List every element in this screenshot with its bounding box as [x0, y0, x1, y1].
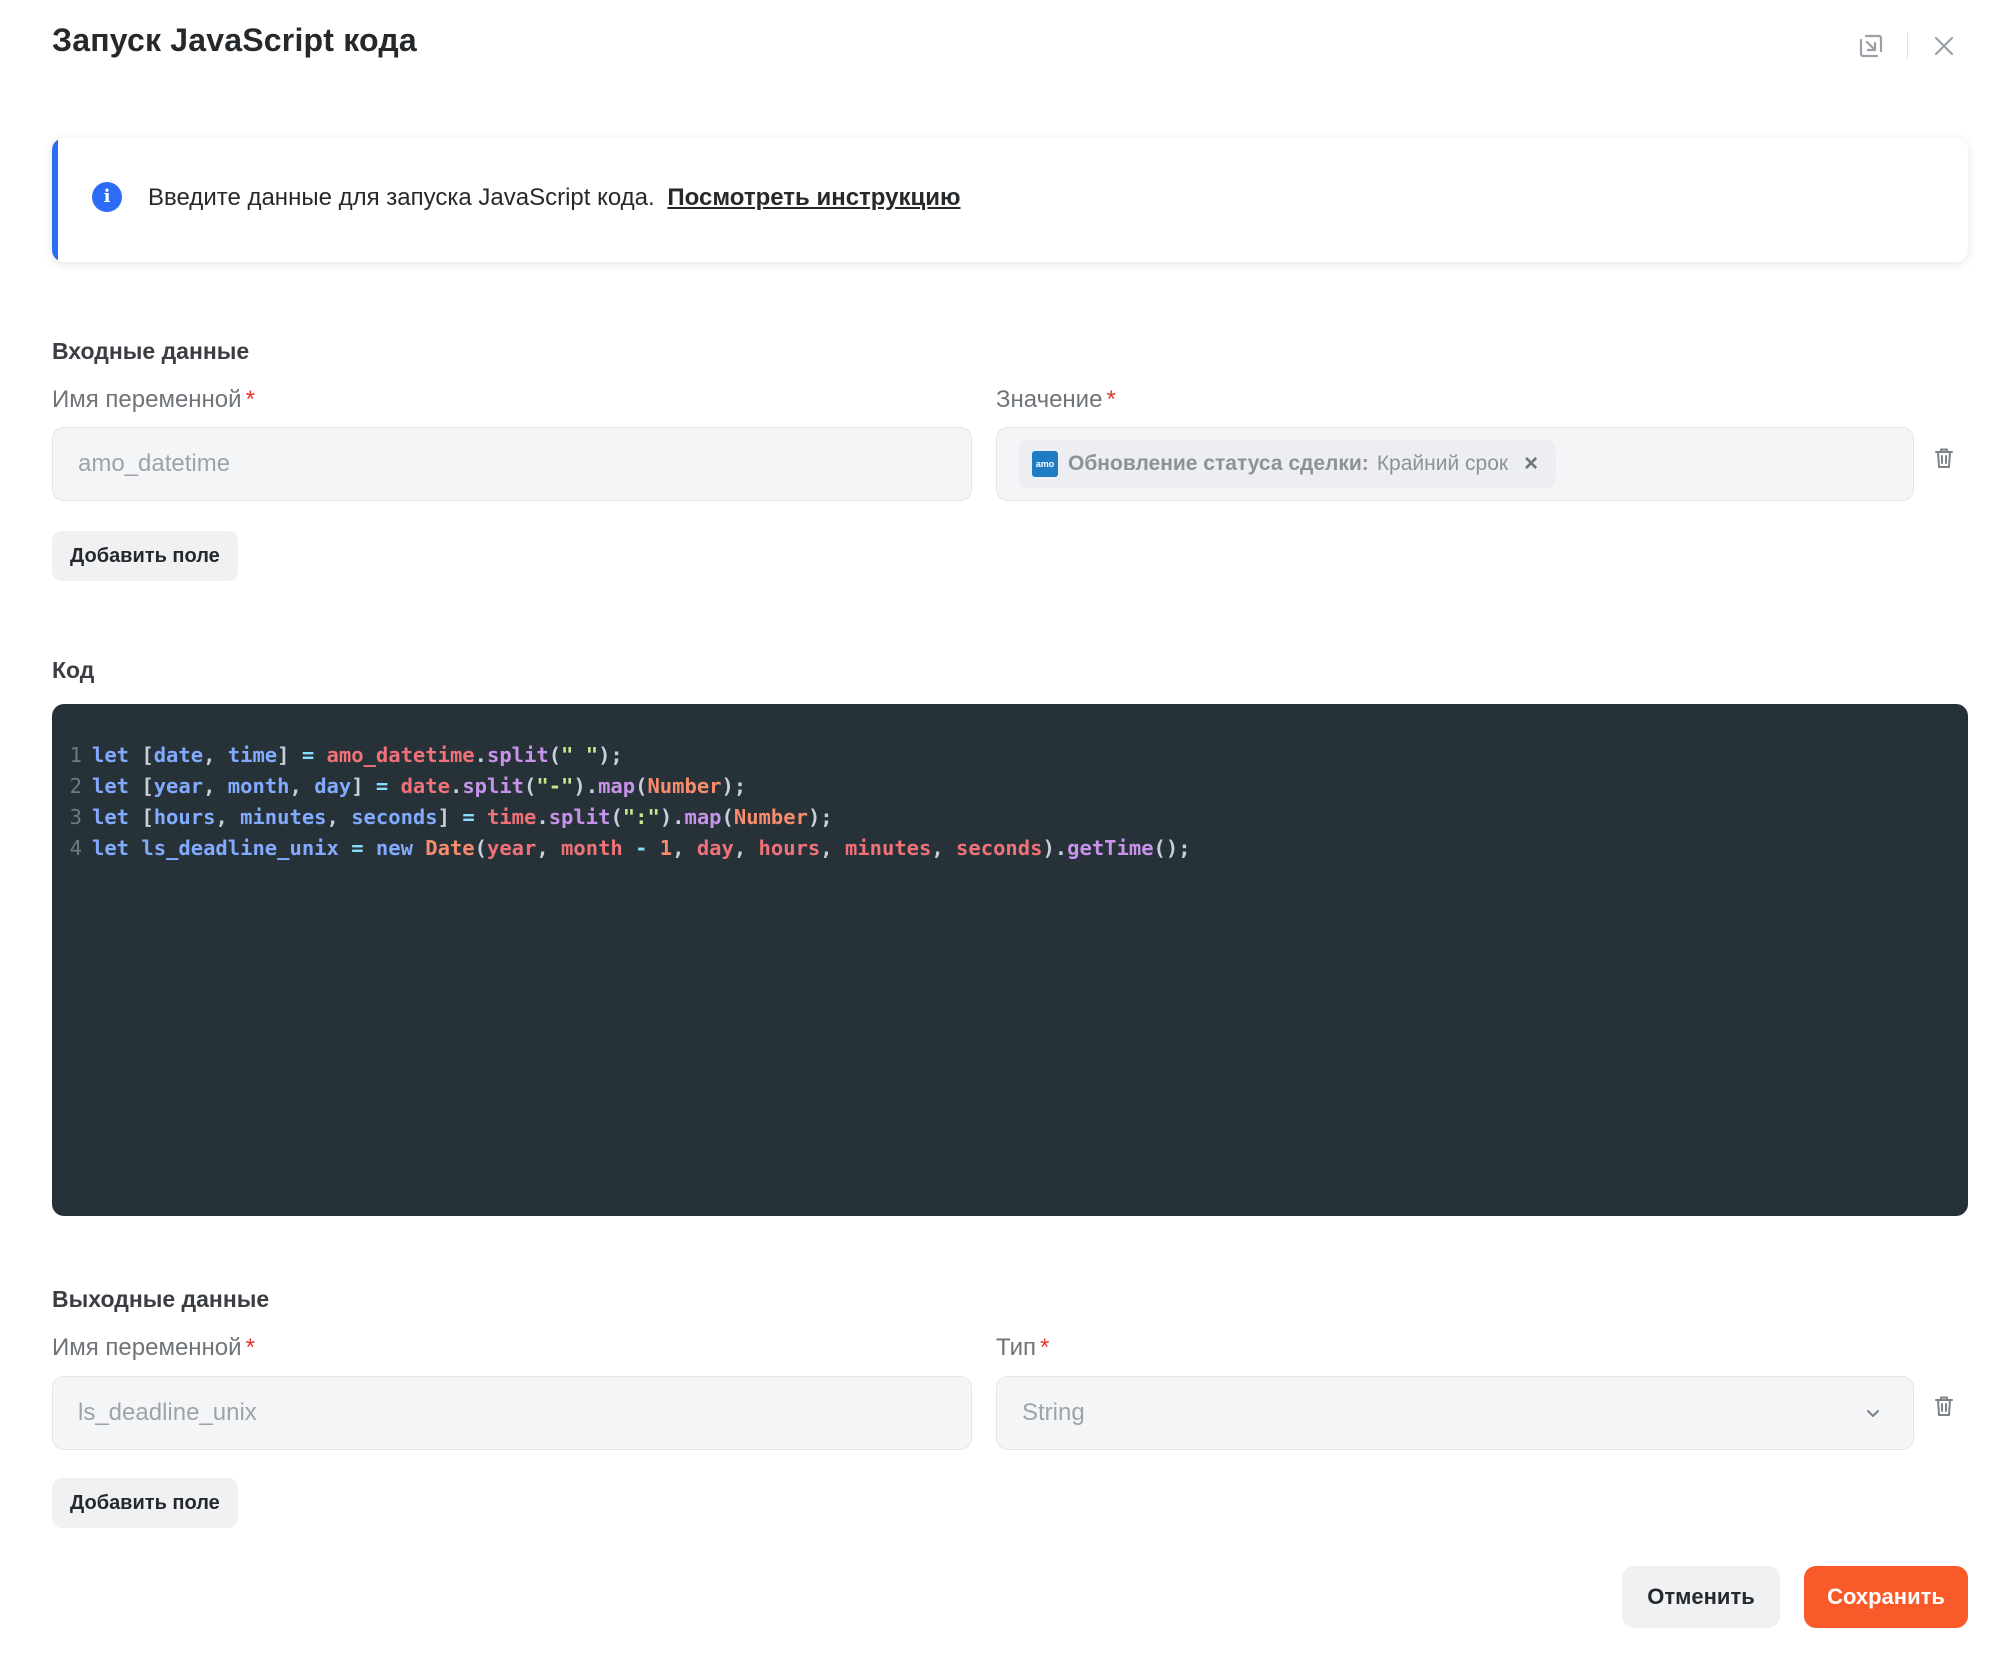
output-var-label: Имя переменной *: [52, 1334, 255, 1362]
dialog-title: Запуск JavaScript кода: [52, 22, 417, 58]
code-section-title: Код: [52, 657, 95, 683]
output-var-field[interactable]: ls_deadline_unix: [52, 1376, 972, 1450]
line-number: 3: [69, 805, 82, 829]
required-mark: *: [245, 1334, 255, 1361]
chip-field: Крайний срок: [1376, 452, 1509, 475]
required-mark: *: [1106, 386, 1116, 413]
delete-output-row-icon[interactable]: [1930, 1392, 1958, 1420]
save-button[interactable]: Сохранить: [1804, 1566, 1968, 1628]
info-message: Введите данные для запуска JavaScript ко…: [148, 184, 961, 212]
info-icon: i: [92, 182, 122, 212]
add-input-field-button[interactable]: Добавить поле: [52, 531, 238, 581]
header-actions: [1853, 28, 1962, 64]
amocrm-logo-icon: amo: [1032, 451, 1058, 477]
line-number: 4: [69, 836, 82, 860]
code-line: 2 let [year, month, day] = date.split("-"…: [52, 771, 1968, 802]
chip-remove-icon[interactable]: ×: [1524, 450, 1538, 478]
add-output-field-button[interactable]: Добавить поле: [52, 1478, 238, 1528]
info-accent-bar: [52, 138, 58, 262]
code-line-text: let [date, time] = amo_datetime.split(" …: [92, 743, 623, 767]
instruction-link[interactable]: Посмотреть инструкцию: [667, 184, 960, 211]
required-mark: *: [1040, 1334, 1050, 1361]
line-number: 1: [69, 743, 82, 767]
code-line: 1 let [date, time] = amo_datetime.split("…: [52, 740, 1968, 771]
input-section-title: Входные данные: [52, 338, 250, 364]
info-text: Введите данные для запуска JavaScript ко…: [148, 184, 655, 211]
code-line: 4 let ls_deadline_unix = new Date(year, m…: [52, 833, 1968, 864]
required-mark: *: [245, 386, 255, 413]
delete-input-row-icon[interactable]: [1930, 444, 1958, 472]
input-value-field[interactable]: amo Обновление статуса сделки: Крайний с…: [996, 427, 1914, 501]
code-editor[interactable]: 1 let [date, time] = amo_datetime.split("…: [52, 704, 1968, 1216]
input-value-label-text: Значение: [996, 386, 1103, 413]
value-chip[interactable]: amo Обновление статуса сделки: Крайний с…: [1018, 440, 1557, 488]
close-icon[interactable]: [1926, 28, 1962, 64]
code-line: 3 let [hours, minutes, seconds] = time.sp…: [52, 802, 1968, 833]
input-var-field[interactable]: amo_datetime: [52, 427, 972, 501]
output-var-label-text: Имя переменной: [52, 1334, 242, 1361]
output-type-label: Тип *: [996, 1334, 1049, 1362]
code-line-text: let ls_deadline_unix = new Date(year, mo…: [92, 836, 1191, 860]
code-line-text: let [hours, minutes, seconds] = time.spl…: [92, 805, 833, 829]
info-banner: i Введите данные для запуска JavaScript …: [52, 138, 1968, 262]
chevron-down-icon: [1867, 1410, 1879, 1417]
output-section-title: Выходные данные: [52, 1286, 270, 1312]
code-line-text: let [year, month, day] = date.split("-")…: [92, 774, 747, 798]
input-var-label-text: Имя переменной: [52, 386, 242, 413]
cancel-button[interactable]: Отменить: [1622, 1566, 1780, 1628]
header-divider: [1907, 33, 1908, 59]
output-type-select[interactable]: String: [996, 1376, 1914, 1450]
collapse-to-corner-icon[interactable]: [1853, 28, 1889, 64]
chip-source: Обновление статуса сделки:: [1068, 452, 1369, 475]
input-var-value: amo_datetime: [78, 450, 231, 477]
output-var-value: ls_deadline_unix: [78, 1399, 257, 1426]
input-value-label: Значение *: [996, 386, 1116, 414]
output-type-value: String: [1022, 1399, 1085, 1426]
output-type-label-text: Тип: [996, 1334, 1037, 1361]
line-number: 2: [69, 774, 82, 798]
input-var-label: Имя переменной *: [52, 386, 255, 414]
